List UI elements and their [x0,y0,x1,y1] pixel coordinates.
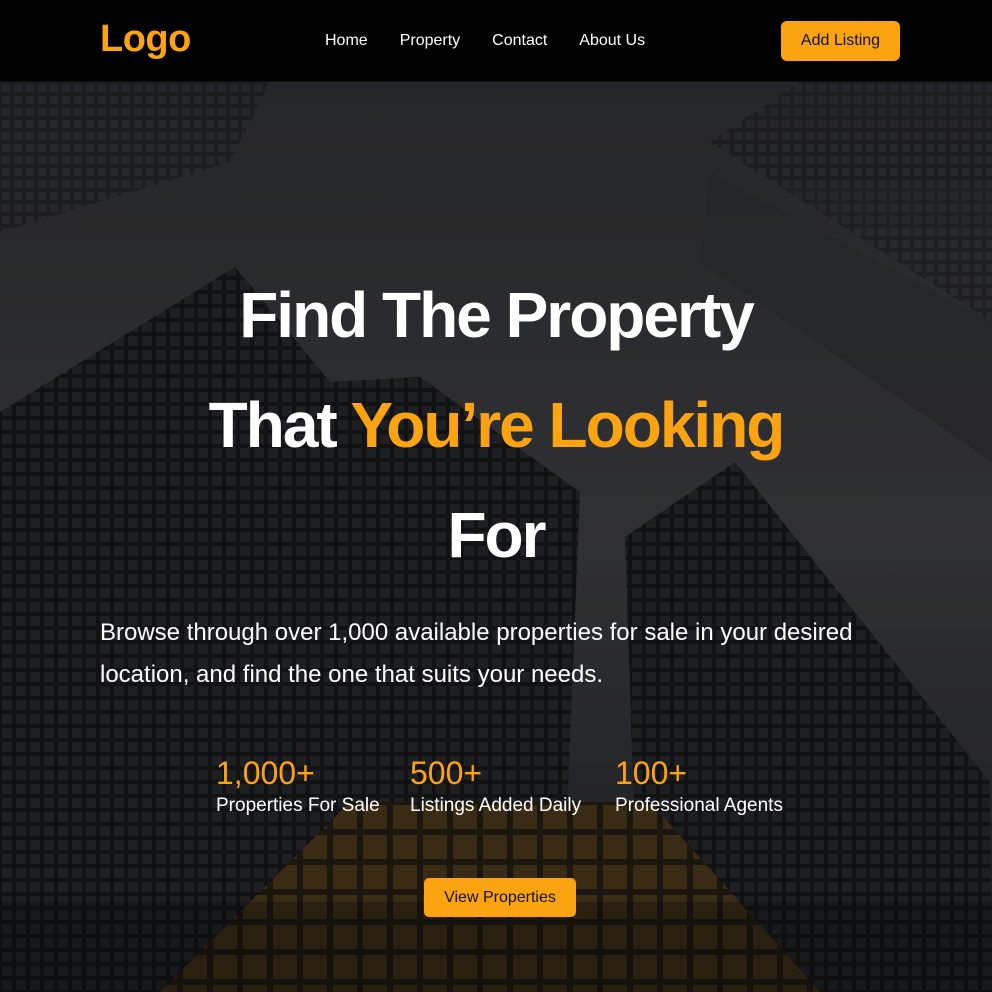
stat-label: Listings Added Daily [410,795,582,816]
nav-link-home[interactable]: Home [325,32,368,50]
add-listing-button[interactable]: Add Listing [781,21,900,61]
stat-value: 100+ [615,755,688,791]
stat-agents: 100+ Professional Agents [615,750,783,818]
hero-subtext: Browse through over 1,000 available prop… [100,619,853,688]
nav-link-contact[interactable]: Contact [492,32,547,50]
nav-link-property[interactable]: Property [400,32,460,50]
headline-line-3: For [447,499,546,571]
stat-label: Properties For Sale [216,795,380,816]
headline-accent: You’re Looking [350,389,785,461]
stat-label: Professional Agents [615,795,783,816]
stat-listings: 500+ Listings Added Daily [410,750,581,818]
view-properties-button[interactable]: View Properties [424,878,576,917]
navbar: Logo Home Property Contact About Us Add … [0,0,992,82]
logo[interactable]: Logo [100,18,191,61]
stat-value: 500+ [410,755,483,791]
nav-links: Home Property Contact About Us [325,32,677,50]
hero-section: Find The Property That You’re Looking Fo… [0,82,992,992]
nav-link-about-us[interactable]: About Us [579,32,645,50]
headline-line-1: Find The Property [239,279,755,351]
stat-value: 1,000+ [216,755,315,791]
headline-line-2-start: That [208,389,351,461]
hero-headline: Find The Property That You’re Looking Fo… [0,260,992,590]
stat-properties: 1,000+ Properties For Sale [216,750,380,818]
